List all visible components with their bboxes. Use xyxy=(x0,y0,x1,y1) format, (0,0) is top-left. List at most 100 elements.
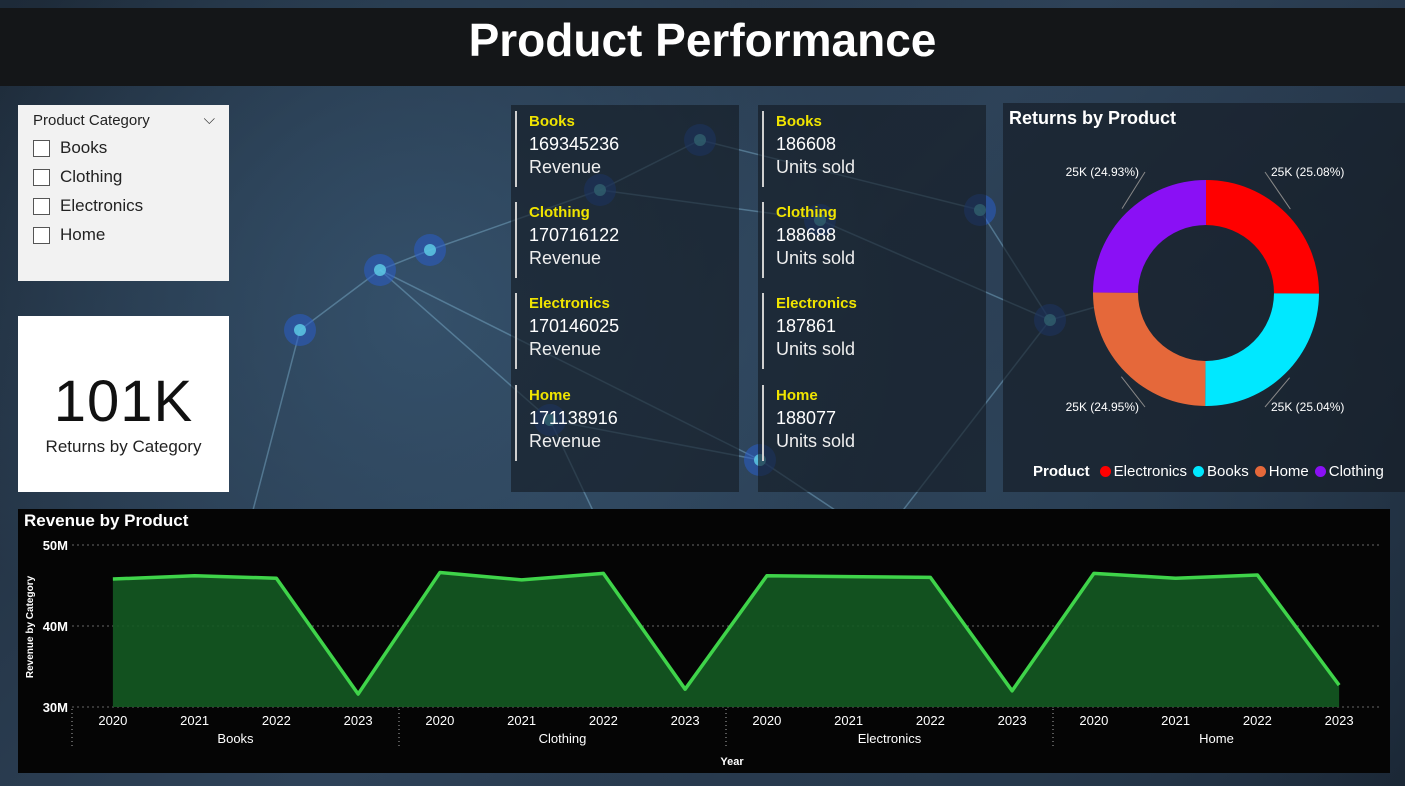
data-label: 25K (24.95%) xyxy=(1066,400,1139,414)
donut-slice-clothing[interactable] xyxy=(1093,180,1206,293)
legend-item-books[interactable]: Books xyxy=(1193,463,1249,480)
donut-slice-books[interactable] xyxy=(1205,293,1319,407)
card-row-label: Revenue xyxy=(529,339,602,359)
x-group-label: Books xyxy=(217,731,254,746)
x-tick-label: 2020 xyxy=(752,713,781,728)
slicer-option-clothing[interactable]: Clothing xyxy=(33,167,229,187)
network-node-core xyxy=(424,244,436,256)
legend-item-electronics[interactable]: Electronics xyxy=(1099,463,1187,480)
units-sold-multirow-card[interactable]: Books 186608 Units sold Clothing 188688 … xyxy=(758,105,986,492)
card-row-category: Clothing xyxy=(776,204,837,221)
card-row-category: Books xyxy=(529,113,575,130)
legend-dot-icon xyxy=(1099,466,1111,477)
data-label: 25K (25.08%) xyxy=(1271,165,1344,179)
page-title: Product Performance xyxy=(468,14,937,66)
card-row-value: 171138916 xyxy=(529,408,618,428)
slicer-option-home[interactable]: Home xyxy=(33,225,229,245)
y-tick-label: 30M xyxy=(43,700,68,715)
card-row-books: Books 169345236 Revenue xyxy=(515,111,749,187)
area-fill xyxy=(112,572,1340,707)
checkbox[interactable] xyxy=(33,168,50,186)
card-row-electronics: Electronics 187861 Units sold xyxy=(762,293,996,369)
legend-dot-icon xyxy=(1193,466,1205,477)
x-group-label: Clothing xyxy=(539,731,587,746)
card-row-label: Units sold xyxy=(776,431,856,451)
slicer-option-label: Clothing xyxy=(60,167,123,186)
donut-chart-svg: 25K (25.08%) 25K (25.04%) 25K (24.95%) 25K … xyxy=(1066,165,1345,414)
data-label: 25K (24.93%) xyxy=(1066,165,1139,179)
revenue-by-product-chart[interactable]: 30M 40M 50M 2020 2021 2022 2023 Books 2020 2021 20… xyxy=(18,509,1390,773)
slicer-option-electronics[interactable]: Electronics xyxy=(33,196,229,216)
card-row-label: Revenue xyxy=(529,248,602,268)
x-tick-label: 2021 xyxy=(180,713,209,728)
donut-slice-home[interactable] xyxy=(1093,292,1206,406)
card-row-value: 188077 xyxy=(776,408,837,428)
data-label: 25K (25.04%) xyxy=(1271,400,1344,414)
chevron-down-icon[interactable]: ⌵ xyxy=(204,111,215,128)
card-row-label: Revenue xyxy=(529,431,602,451)
x-tick-label: 2023 xyxy=(671,713,700,728)
card-row-label: Units sold xyxy=(776,157,856,177)
x-tick-label: 2021 xyxy=(507,713,536,728)
kpi-label: Returns by Category xyxy=(45,437,202,456)
card-row-value: 187861 xyxy=(776,316,837,336)
card-row-category: Home xyxy=(529,387,571,404)
x-tick-label: 2021 xyxy=(1161,713,1190,728)
x-axis-title: Year xyxy=(720,756,744,768)
y-tick-label: 50M xyxy=(43,538,68,553)
card-row-value: 186608 xyxy=(776,134,837,154)
donut-title: Returns by Product xyxy=(1009,108,1177,128)
returns-kpi-card[interactable]: 101K Returns by Category xyxy=(18,316,229,492)
card-row-electronics: Electronics 170146025 Revenue xyxy=(515,293,749,369)
card-row-value: 188688 xyxy=(776,225,837,245)
legend-item-clothing[interactable]: Clothing xyxy=(1314,463,1384,480)
kpi-value: 101K xyxy=(53,369,194,434)
checkbox[interactable] xyxy=(33,139,50,157)
donut-legend: Product Electronics Books Home Clothing xyxy=(1033,463,1390,480)
legend-dot-icon xyxy=(1314,466,1326,477)
card-row-books: Books 186608 Units sold xyxy=(762,111,996,187)
slicer-option-label: Electronics xyxy=(60,196,144,215)
card-row-home: Home 188077 Units sold xyxy=(762,385,996,461)
card-row-category: Books xyxy=(776,113,822,130)
card-row-value: 170146025 xyxy=(529,316,620,336)
x-tick-label: 2020 xyxy=(98,713,127,728)
checkbox[interactable] xyxy=(33,197,50,215)
product-category-slicer[interactable]: Product Category ⌵ Books Clothing Electr… xyxy=(18,105,229,281)
area-chart-svg: 30M 40M 50M 2020 2021 2022 2023 Books 2020 2021 20… xyxy=(25,538,1380,768)
card-row-category: Clothing xyxy=(529,204,590,221)
card-row-clothing: Clothing 188688 Units sold xyxy=(762,202,996,278)
x-group-label: Home xyxy=(1199,731,1234,746)
card-row-label: Units sold xyxy=(776,339,856,359)
legend-dot-icon xyxy=(1254,466,1266,477)
x-tick-label: 2022 xyxy=(916,713,945,728)
legend-title: Product xyxy=(1033,463,1090,480)
x-tick-label: 2022 xyxy=(1243,713,1272,728)
donut-slice-electronics[interactable] xyxy=(1206,180,1319,294)
returns-by-product-donut[interactable]: 25K (25.08%) 25K (25.04%) 25K (24.95%) 25K … xyxy=(1003,103,1405,492)
card-row-home: Home 171138916 Revenue xyxy=(515,385,749,461)
x-tick-label: 2021 xyxy=(834,713,863,728)
x-tick-label: 2023 xyxy=(998,713,1027,728)
slicer-option-label: Books xyxy=(60,138,108,157)
card-row-label: Revenue xyxy=(529,157,602,177)
card-row-value: 170716122 xyxy=(529,225,620,245)
checkbox[interactable] xyxy=(33,226,50,244)
area-chart-title: Revenue by Product xyxy=(24,511,189,530)
revenue-multirow-card[interactable]: Books 169345236 Revenue Clothing 1707161… xyxy=(511,105,739,492)
card-row-clothing: Clothing 170716122 Revenue xyxy=(515,202,749,278)
x-tick-label: 2023 xyxy=(1325,713,1354,728)
network-node-core xyxy=(374,264,386,276)
card-row-value: 169345236 xyxy=(529,134,620,154)
page-header: Product Performance xyxy=(0,8,1405,86)
y-tick-label: 40M xyxy=(43,619,68,634)
legend-label: Books xyxy=(1207,463,1249,480)
card-row-category: Home xyxy=(776,387,818,404)
slicer-option-label: Home xyxy=(60,225,106,244)
slicer-option-books[interactable]: Books xyxy=(33,138,229,158)
slicer-title: Product Category xyxy=(33,112,150,129)
x-tick-label: 2022 xyxy=(262,713,291,728)
network-node-core xyxy=(294,324,306,336)
x-tick-label: 2022 xyxy=(589,713,618,728)
legend-item-home[interactable]: Home xyxy=(1254,463,1309,480)
